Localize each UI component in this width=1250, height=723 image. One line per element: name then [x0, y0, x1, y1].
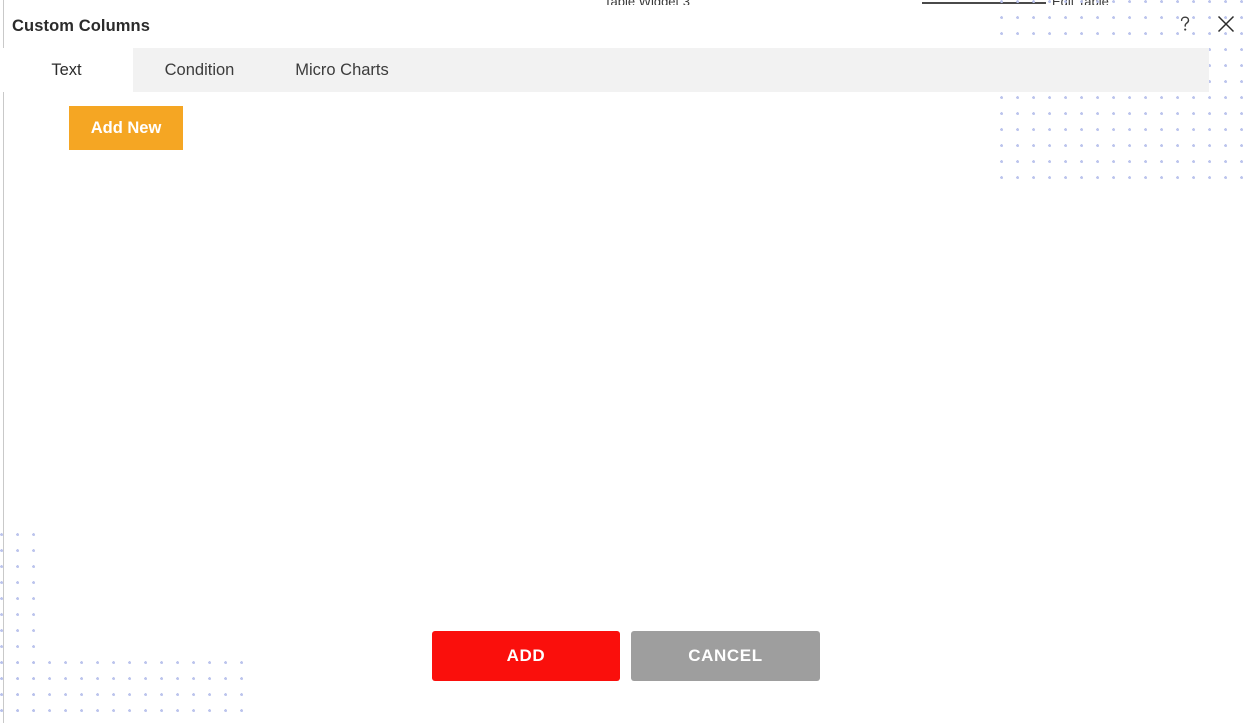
tab-micro-charts[interactable]: Micro Charts	[266, 48, 418, 92]
cancel-button[interactable]: CANCEL	[631, 631, 820, 681]
add-button[interactable]: ADD	[432, 631, 620, 681]
dialog-footer: ADD CANCEL	[0, 631, 1250, 681]
page-title: Custom Columns	[12, 17, 150, 35]
tab-content-pane: Add New	[0, 92, 1209, 592]
add-new-button[interactable]: Add New	[69, 106, 183, 150]
tab-condition-label: Condition	[164, 60, 235, 79]
close-button[interactable]	[1211, 9, 1241, 39]
tab-text[interactable]: Text	[0, 48, 133, 92]
custom-columns-dialog: Custom Columns Text Condition Micro Char…	[0, 0, 1250, 723]
dialog-header: Custom Columns	[0, 0, 1250, 48]
tab-condition[interactable]: Condition	[133, 48, 266, 92]
tab-micro-charts-label: Micro Charts	[295, 60, 389, 79]
tab-strip: Text Condition Micro Charts	[0, 48, 1209, 92]
close-x-icon	[1215, 13, 1237, 35]
question-mark-icon	[1175, 14, 1195, 34]
help-button[interactable]	[1170, 9, 1200, 39]
tab-text-label: Text	[51, 60, 82, 79]
